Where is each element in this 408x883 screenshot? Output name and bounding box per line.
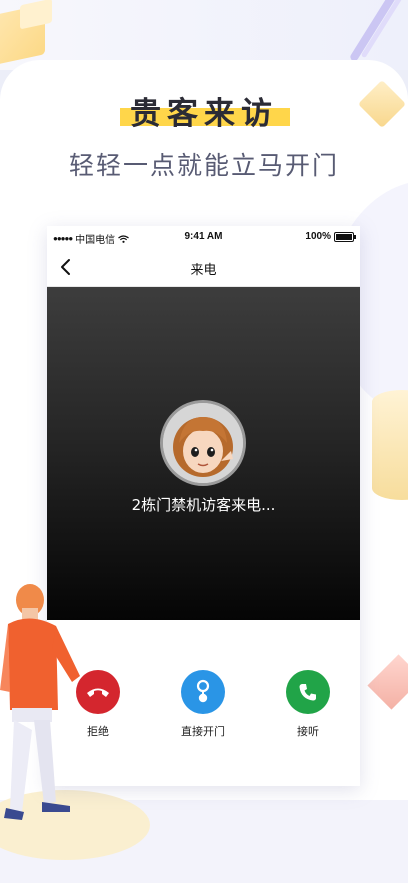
answer-label: 接听 [297, 725, 319, 738]
nav-bar: 来电 [47, 248, 360, 287]
page-title: 来电 [190, 263, 217, 278]
key-icon [196, 679, 210, 703]
open-door-control: 直接开门 [163, 670, 243, 739]
battery-percent: 100% [305, 231, 331, 242]
open-door-label: 直接开门 [181, 725, 225, 738]
incoming-call-view: 2栋门禁机访客来电... [47, 287, 360, 620]
promo-headline: 贵客来访 [130, 96, 278, 132]
answer-button[interactable] [286, 670, 330, 714]
caller-description: 2栋门禁机访客来电... [131, 496, 276, 514]
call-controls: 拒绝 直接开门 接听 [47, 620, 360, 786]
cartoon-girl-icon [163, 403, 243, 483]
person-illustration [0, 584, 80, 820]
open-door-button[interactable] [181, 670, 225, 714]
phone-mockup: ●●●●● 中国电信 9:41 AM 100% 来电 2栋门禁机访客来电... … [47, 226, 360, 786]
decorative-cylinder [372, 390, 408, 500]
caller-avatar [160, 400, 246, 486]
battery-icon [334, 231, 356, 242]
answer-call-control: 接听 [268, 670, 348, 739]
promo-subheadline: 轻轻一点就能立马开门 [68, 151, 339, 180]
status-bar: ●●●●● 中国电信 9:41 AM 100% [47, 226, 360, 248]
phone-icon [299, 684, 316, 701]
